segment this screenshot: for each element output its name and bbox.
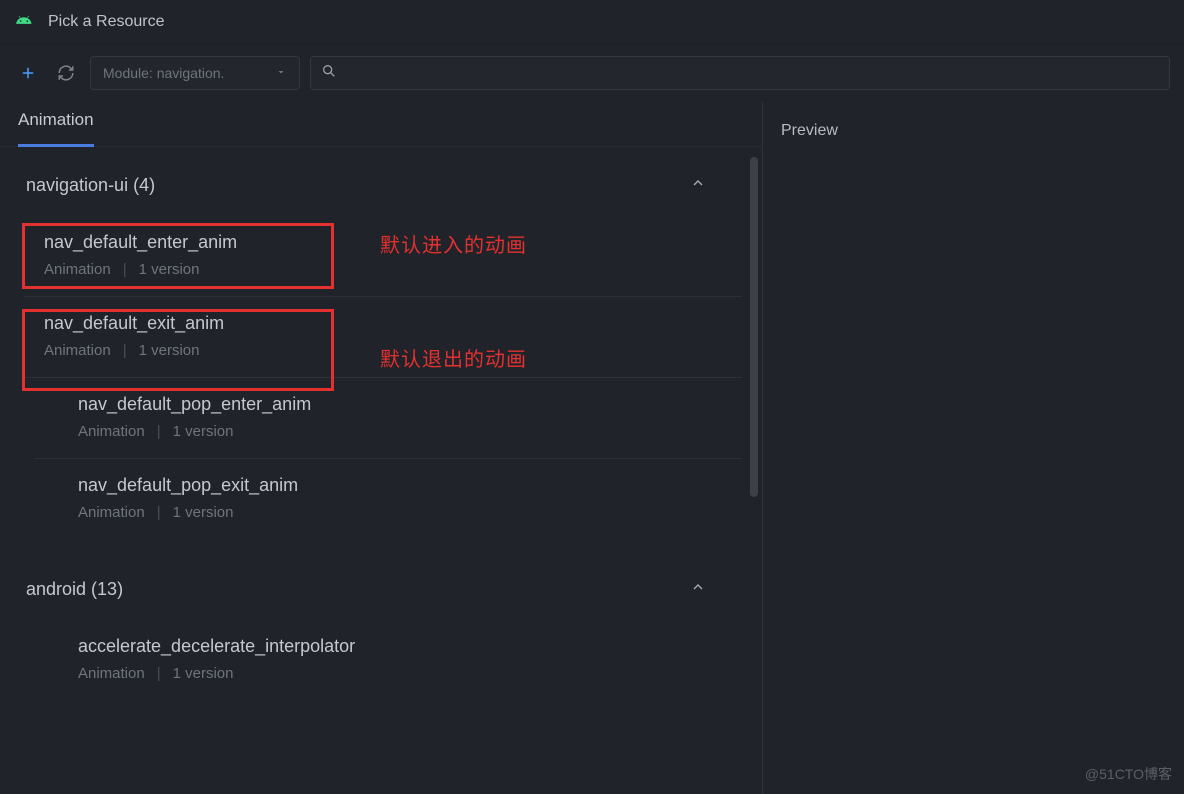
group-header[interactable]: android (13) — [0, 539, 762, 620]
titlebar: Pick a Resource — [0, 0, 1184, 44]
content: Animation navigation-ui (4) nav_default_… — [0, 102, 1184, 794]
list-item[interactable]: nav_default_pop_exit_anim Animation|1 ve… — [34, 459, 742, 539]
preview-title: Preview — [781, 122, 1166, 140]
group-header[interactable]: navigation-ui (4) — [0, 147, 762, 216]
resource-name: accelerate_decelerate_interpolator — [78, 636, 702, 657]
window-title: Pick a Resource — [48, 13, 165, 31]
resource-name: nav_default_enter_anim — [44, 232, 702, 253]
annotation-text: 默认进入的动画 — [380, 229, 527, 258]
module-dropdown[interactable]: Module: navigation. — [90, 56, 300, 90]
annotation-text: 默认退出的动画 — [380, 343, 527, 372]
resource-meta: Animation|1 version — [44, 342, 702, 359]
resource-meta: Animation|1 version — [44, 261, 702, 278]
chevron-down-icon — [275, 65, 287, 81]
chevron-up-icon — [690, 579, 706, 600]
scrollbar[interactable] — [750, 157, 758, 497]
refresh-button[interactable] — [52, 59, 80, 87]
resource-name: nav_default_exit_anim — [44, 313, 702, 334]
module-dropdown-label: Module: navigation. — [103, 65, 224, 81]
resource-name: nav_default_pop_enter_anim — [78, 394, 702, 415]
watermark: @51CTO博客 — [1085, 764, 1172, 784]
resource-list: navigation-ui (4) nav_default_enter_anim… — [0, 147, 762, 794]
resource-meta: Animation|1 version — [78, 504, 702, 521]
search-input[interactable] — [310, 56, 1170, 90]
android-icon — [14, 12, 34, 32]
preview-pane: Preview — [762, 102, 1184, 794]
toolbar: Module: navigation. — [0, 44, 1184, 102]
resource-name: nav_default_pop_exit_anim — [78, 475, 702, 496]
list-item[interactable]: accelerate_decelerate_interpolator Anima… — [34, 620, 742, 700]
tab-animation[interactable]: Animation — [18, 102, 94, 147]
resource-meta: Animation|1 version — [78, 665, 702, 682]
resource-meta: Animation|1 version — [78, 423, 702, 440]
search-icon — [321, 63, 337, 82]
group-title: navigation-ui (4) — [26, 175, 155, 196]
list-item[interactable]: nav_default_pop_enter_anim Animation|1 v… — [34, 378, 742, 459]
left-pane: Animation navigation-ui (4) nav_default_… — [0, 102, 762, 794]
add-button[interactable] — [14, 59, 42, 87]
group-title: android (13) — [26, 579, 123, 600]
chevron-up-icon — [690, 175, 706, 196]
